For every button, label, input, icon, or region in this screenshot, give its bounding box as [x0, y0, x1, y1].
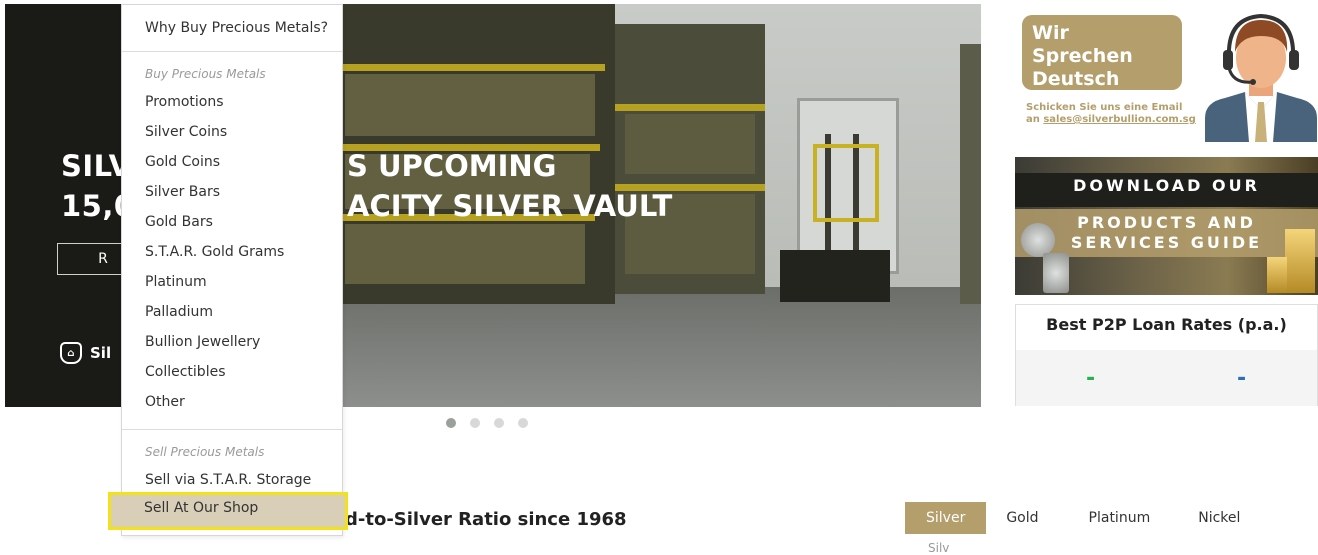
menu-item-palladium[interactable]: Palladium: [145, 304, 213, 320]
gold-bar-image: [1267, 257, 1287, 293]
carousel-dot-3[interactable]: [494, 418, 504, 428]
hero-title-line1-right: S UPCOMING: [347, 149, 557, 183]
menu-item-sell-via-star[interactable]: Sell via S.T.A.R. Storage: [145, 472, 311, 488]
ratio-chart-title: d-to-Silver Ratio since 1968: [345, 509, 627, 530]
menu-item-star-gold-grams[interactable]: S.T.A.R. Gold Grams: [145, 244, 284, 260]
hero-brand-label: Sil: [90, 344, 112, 362]
products-dropdown-menu: Why Buy Precious Metals? Buy Precious Me…: [121, 4, 343, 536]
menu-item-other[interactable]: Other: [145, 394, 185, 410]
bubble-line1: Wir Sprechen: [1032, 22, 1133, 67]
guide-title-lines: PRODUCTS AND SERVICES GUIDE: [1015, 213, 1318, 253]
hero-title-line2-right: ACITY SILVER VAULT: [347, 189, 673, 223]
support-agent-icon: [1205, 13, 1317, 142]
promo-small-line2: an sales@silverbullion.com.sg: [1026, 114, 1196, 126]
menu-item-promotions[interactable]: Promotions: [145, 94, 224, 110]
hero-title-right: S UPCOMING ACITY SILVER VAULT: [347, 146, 672, 226]
guide-title-line3: SERVICES GUIDE: [1070, 233, 1263, 252]
menu-item-sell-at-shop-label: Sell At Our Shop: [144, 500, 259, 516]
loan-rate-right: -: [1237, 366, 1247, 391]
rack-shelf: [615, 104, 765, 111]
menu-item-silver-bars[interactable]: Silver Bars: [145, 184, 220, 200]
menu-item-why-buy-label: Why Buy Precious Metals?: [145, 20, 329, 36]
menu-item-gold-bars[interactable]: Gold Bars: [145, 214, 213, 230]
guide-title-line2: PRODUCTS AND: [1077, 213, 1256, 232]
loan-rate-left: -: [1086, 366, 1096, 391]
p2p-loan-rates-box: Best P2P Loan Rates (p.a.) - -: [1015, 304, 1318, 406]
speech-bubble: Wir Sprechen Deutsch: [1022, 15, 1182, 90]
hero-button-label: R: [98, 251, 108, 267]
menu-item-platinum[interactable]: Platinum: [145, 274, 207, 290]
metal-tabs: Silver Gold Platinum Nickel: [905, 502, 1258, 534]
tab-silver[interactable]: Silver: [905, 502, 987, 534]
rack-shelf: [335, 64, 605, 71]
menu-item-gold-coins[interactable]: Gold Coins: [145, 154, 220, 170]
promo-email-link[interactable]: sales@silverbullion.com.sg: [1043, 114, 1195, 125]
bubble-line2: Deutsch: [1032, 68, 1120, 90]
promo-small-prefix: an: [1026, 114, 1044, 125]
menu-heading-sell: Sell Precious Metals: [145, 445, 265, 459]
menu-item-collectibles[interactable]: Collectibles: [145, 364, 226, 380]
carousel-dots: [446, 418, 528, 428]
tab-gold[interactable]: Gold: [986, 502, 1066, 534]
download-guide-banner[interactable]: DOWNLOAD OUR PRODUCTS AND SERVICES GUIDE: [1015, 157, 1318, 295]
menu-heading-buy: Buy Precious Metals: [145, 67, 266, 81]
silver-bar-image: [1043, 253, 1069, 293]
carousel-dot-1[interactable]: [446, 418, 456, 428]
german-support-banner[interactable]: Wir Sprechen Deutsch Schicken Sie uns ei…: [1015, 4, 1318, 142]
forklift-cage: [813, 144, 879, 222]
loan-rates-values: - -: [1016, 350, 1317, 406]
forklift-icon: [780, 250, 890, 302]
promo-small-line1: Schicken Sie uns eine Email: [1026, 102, 1183, 113]
carousel-dot-2[interactable]: [470, 418, 480, 428]
menu-item-silver-coins[interactable]: Silver Coins: [145, 124, 227, 140]
hero-brand: ⌂ Sil: [60, 342, 111, 364]
tab-nickel[interactable]: Nickel: [1180, 502, 1258, 534]
rack-bins: [345, 224, 585, 284]
loan-rates-title: Best P2P Loan Rates (p.a.): [1046, 315, 1287, 334]
cut-off-label: Silv: [928, 541, 950, 555]
menu-item-bullion-jewellery[interactable]: Bullion Jewellery: [145, 334, 260, 350]
guide-title-line1: DOWNLOAD OUR: [1073, 176, 1260, 195]
rack-image: [960, 44, 981, 304]
menu-item-why-buy[interactable]: Why Buy Precious Metals?: [122, 5, 342, 52]
shield-icon: ⌂: [60, 342, 82, 364]
menu-divider: [122, 429, 342, 430]
promo-email-text: Schicken Sie uns eine Email an sales@sil…: [1026, 102, 1196, 126]
tab-platinum[interactable]: Platinum: [1067, 502, 1181, 534]
rack-bins: [345, 74, 595, 136]
carousel-dot-4[interactable]: [518, 418, 528, 428]
